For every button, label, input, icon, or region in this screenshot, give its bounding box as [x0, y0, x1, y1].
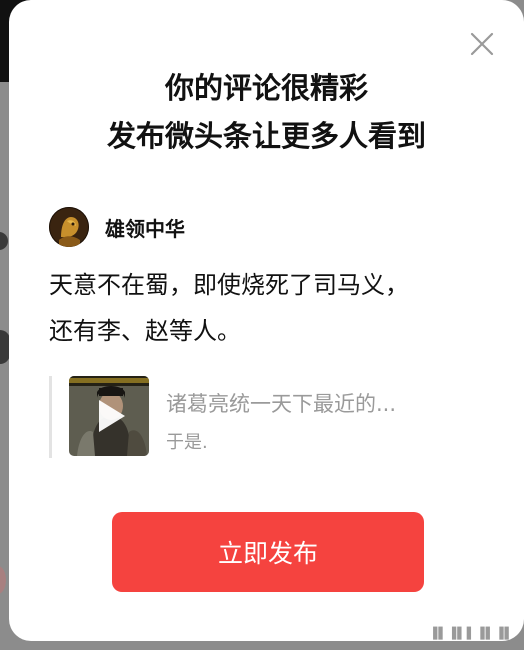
avatar — [49, 207, 89, 247]
share-comment-dialog: 你的评论很精彩 发布微头条让更多人看到 雄领中华 天意不在蜀，即使烧死了司马义，… — [9, 0, 524, 641]
comment-author: 雄领中华 — [49, 207, 185, 247]
quote-bar — [49, 376, 52, 458]
dialog-title-line-2: 发布微头条让更多人看到 — [106, 119, 426, 153]
author-name: 雄领中华 — [105, 216, 185, 241]
background-element — [0, 566, 6, 594]
watermark: ▐▌▐▌▌▐▌▐▌ — [428, 627, 514, 640]
dialog-title-line-1: 你的评论很精彩 — [164, 71, 368, 105]
article-thumbnail — [69, 376, 149, 456]
quoted-article-card[interactable]: 诸葛亮统一天下最近的... 于是. — [49, 376, 489, 458]
comment-line-2: 还有李、赵等人。 — [49, 317, 241, 345]
close-button[interactable] — [468, 30, 496, 58]
quoted-article-subtitle: 于是. — [166, 432, 208, 453]
publish-now-button[interactable]: 立即发布 — [112, 512, 424, 592]
close-icon — [470, 32, 494, 56]
background-element — [0, 232, 8, 250]
video-play-icon — [99, 400, 125, 432]
comment-line-1: 天意不在蜀，即使烧死了司马义， — [49, 271, 409, 299]
quoted-article-title: 诸葛亮统一天下最近的... — [166, 392, 397, 416]
comment-text: 天意不在蜀，即使烧死了司马义， 还有李、赵等人。 — [49, 262, 489, 354]
